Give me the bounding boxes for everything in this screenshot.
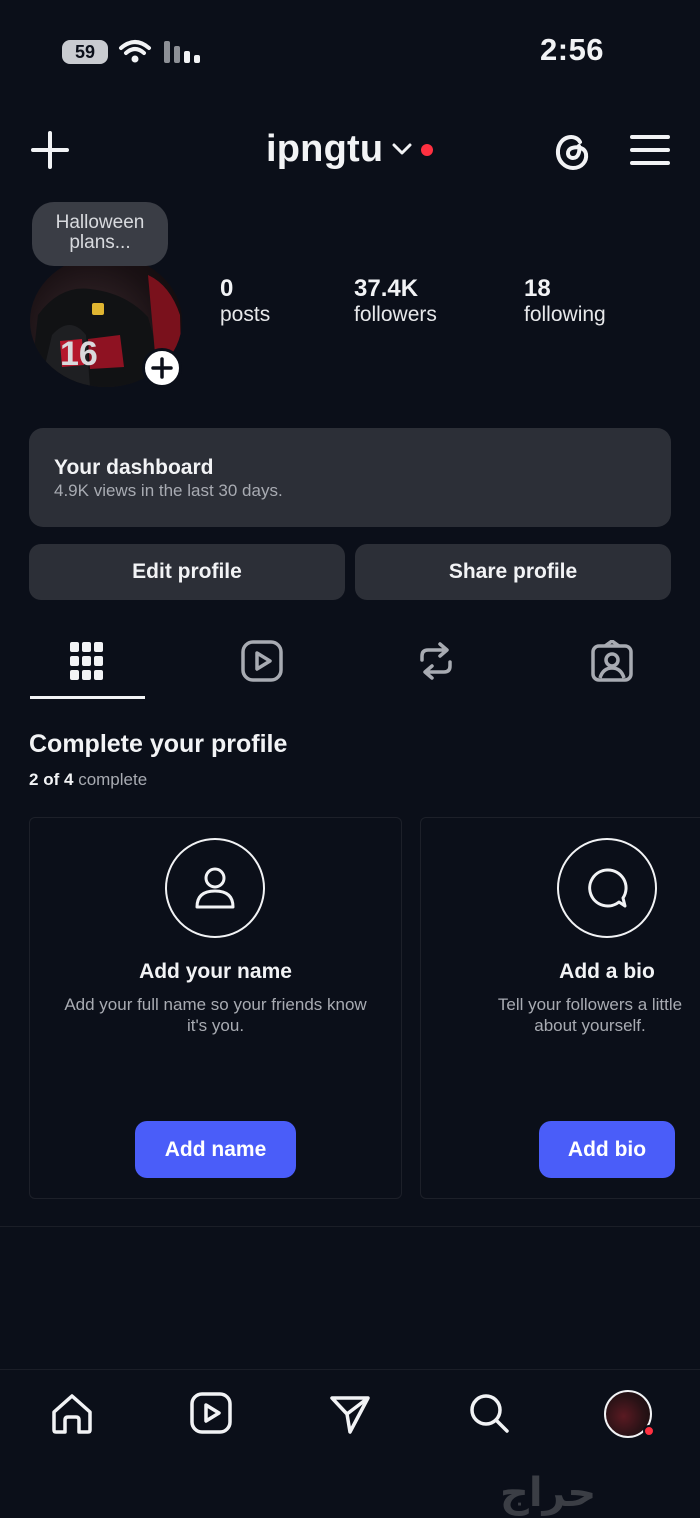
progress-done: 2 [29,770,39,789]
stat-label: followers [354,303,437,326]
dashboard-title: Your dashboard [54,456,214,479]
share-profile-button[interactable]: Share profile [355,544,671,600]
home-icon[interactable] [50,1392,94,1436]
watermark-logo: حراج [500,1471,597,1515]
add-bio-description-text: Tell your followers a little about yours… [497,995,683,1035]
add-bio-title: Add a bio [559,960,655,983]
tab-reposts-icon[interactable] [416,640,456,682]
add-name-button[interactable]: Add name [135,1121,296,1178]
chevron-down-icon[interactable] [392,142,412,156]
complete-profile-progress: 2 of 4 complete [29,770,147,790]
stat-followers[interactable]: 37.4K followers [354,275,437,327]
username-switcher[interactable]: ipngtu [266,128,383,171]
progress-suffix: complete [78,770,148,789]
add-bio-icon-circle [557,838,657,938]
create-plus-icon[interactable] [30,130,70,170]
tab-tagged-icon[interactable] [591,640,633,682]
complete-profile-title: Complete your profile [29,730,288,758]
stat-following[interactable]: 18 following [524,275,606,327]
edit-profile-button[interactable]: Edit profile [29,544,345,600]
stat-label: posts [220,303,271,326]
add-name-icon-circle [165,838,265,938]
tab-grid-icon[interactable] [68,640,106,682]
progress-total: 4 [63,770,74,789]
add-story-button[interactable] [142,348,182,388]
notification-dot [421,144,433,156]
add-bio-description: Tell your followers a little about yours… [480,994,700,1036]
stat-label: following [524,303,606,326]
chat-bubble-icon [588,868,628,908]
threads-icon[interactable] [550,128,594,172]
profile-note-bubble[interactable]: Halloween plans... [32,202,168,266]
active-tab-indicator [30,696,145,699]
person-icon [195,867,235,909]
section-divider [0,1226,700,1227]
nav-divider [0,1369,700,1370]
status-time: 2:56 [540,32,605,67]
plus-icon [151,357,173,379]
search-icon[interactable] [468,1392,510,1434]
menu-icon[interactable] [630,134,670,166]
dashboard-subtitle: 4.9K views in the last 30 days. [54,481,283,500]
stat-posts[interactable]: 0 posts [220,275,270,327]
stat-value: 18 [524,275,551,302]
jersey-number: 16 [60,335,98,373]
reels-icon[interactable] [190,1392,232,1434]
progress-of: of [43,770,60,789]
add-name-title: Add your name [139,960,292,983]
tab-reels-icon[interactable] [241,640,283,682]
messages-send-icon[interactable] [328,1392,372,1436]
add-bio-button[interactable]: Add bio [539,1121,675,1178]
battery-indicator: 59 [62,40,108,64]
wifi-icon [119,40,151,63]
signal-icon [164,41,200,63]
stat-value: 0 [220,275,234,302]
stat-value: 37.4K [354,275,419,302]
profile-notification-dot [643,1425,655,1437]
add-name-description: Add your full name so your friends know … [64,995,367,1035]
